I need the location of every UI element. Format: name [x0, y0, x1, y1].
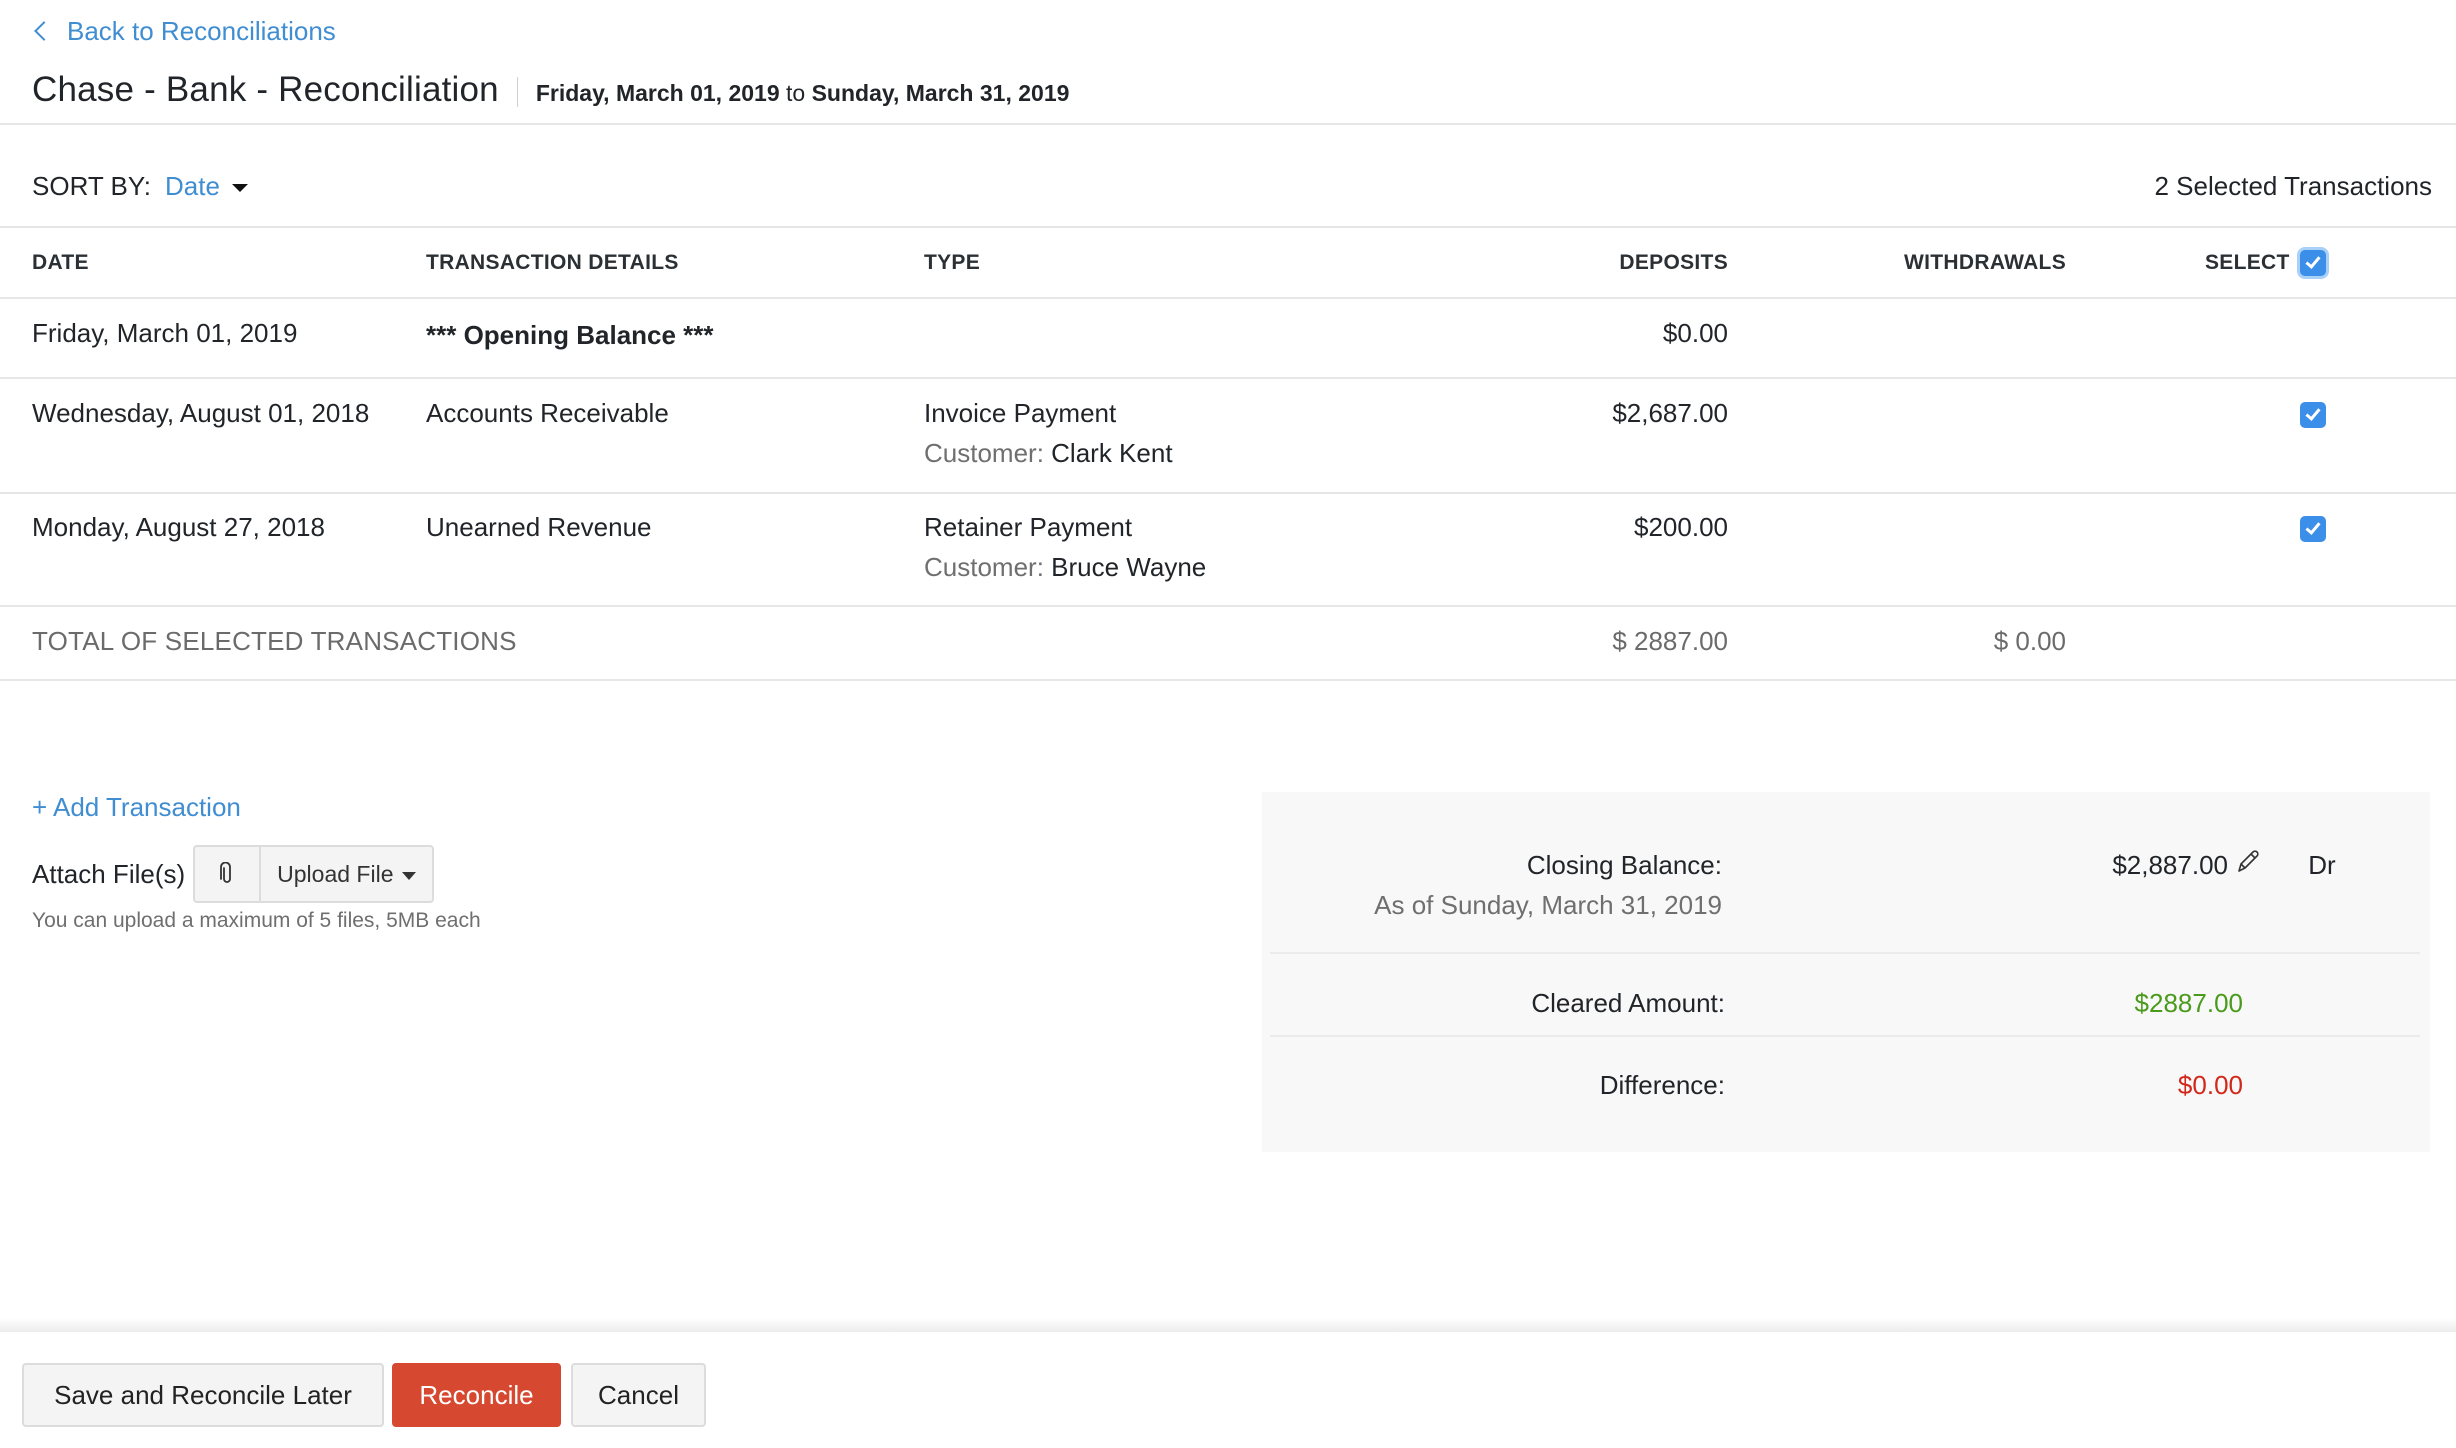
sort-divider: [0, 226, 2456, 228]
save-and-reconcile-later-button[interactable]: Save and Reconcile Later: [22, 1363, 384, 1427]
paperclip-icon: [220, 862, 232, 883]
column-header-details: TRANSACTION DETAILS: [426, 251, 679, 274]
column-header-select: SELECT: [2205, 248, 2326, 278]
row-deposit: $0.00: [1662, 318, 1728, 348]
caret-down-icon: [231, 184, 248, 192]
difference-label: Difference:: [1599, 1070, 1725, 1100]
reconcile-button[interactable]: Reconcile: [392, 1363, 561, 1427]
row-details: *** Opening Balance ***: [426, 320, 714, 350]
row-type: Invoice Payment: [924, 398, 1117, 428]
attach-clip-button[interactable]: [195, 847, 262, 901]
row-customer: Customer: Clark Kent: [924, 438, 1173, 469]
closing-balance-value: $2,887.00: [2112, 850, 2228, 880]
row-select-checkbox[interactable]: [2300, 402, 2326, 428]
add-transaction-link[interactable]: + Add Transaction: [32, 792, 241, 823]
row-date: Friday, March 01, 2019: [32, 318, 298, 348]
attach-files-row: Attach File(s) Upload File: [32, 845, 434, 903]
selected-transactions-count: 2 Selected Transactions: [2154, 171, 2433, 201]
cleared-amount-value: $2887.00: [2134, 988, 2243, 1018]
upload-help-text: You can upload a maximum of 5 files, 5MB…: [32, 909, 481, 932]
date-to-word: to: [786, 79, 806, 106]
date-from: Friday, March 01, 2019: [535, 79, 780, 106]
closing-balance-type: Dr: [2308, 850, 2336, 880]
row-details: Unearned Revenue: [426, 512, 652, 542]
upload-button-group: Upload File: [193, 845, 434, 903]
row-details: Accounts Receivable: [426, 398, 669, 428]
column-header-date: DATE: [32, 251, 89, 274]
row-divider: [0, 492, 2456, 494]
row-divider: [0, 377, 2456, 379]
row-divider: [0, 605, 2456, 607]
row-date: Monday, August 27, 2018: [32, 512, 325, 542]
difference-value: $0.00: [2177, 1070, 2243, 1100]
select-all-checkbox[interactable]: [2299, 250, 2326, 276]
column-header-deposits: DEPOSITS: [1619, 251, 1728, 274]
column-header-type: TYPE: [924, 251, 981, 274]
summary-divider: [1270, 1035, 2420, 1037]
back-link-label: Back to Reconciliations: [67, 15, 336, 46]
upload-file-label: Upload File: [277, 860, 394, 887]
sort-by-value: Date: [164, 170, 220, 201]
total-withdrawals: $ 0.00: [1993, 626, 2066, 656]
attach-files-label: Attach File(s): [32, 858, 186, 889]
customer-name: Bruce Wayne: [1051, 552, 1207, 582]
row-date: Wednesday, August 01, 2018: [32, 398, 370, 428]
row-customer: Customer: Bruce Wayne: [924, 552, 1206, 583]
total-label: TOTAL OF SELECTED TRANSACTIONS: [32, 626, 517, 656]
checkmark-icon: [2305, 519, 2321, 535]
row-deposit-link[interactable]: $2,687.00: [1428, 398, 1728, 429]
checkmark-icon: [2305, 405, 2321, 421]
row-deposit-link[interactable]: $200.00: [1428, 512, 1728, 543]
title-divider: [516, 77, 518, 107]
cancel-button[interactable]: Cancel: [571, 1363, 706, 1427]
title-row: Chase - Bank - Reconciliation Friday, Ma…: [32, 68, 1069, 112]
select-label: SELECT: [2205, 251, 2290, 274]
date-range: Friday, March 01, 2019 to Sunday, March …: [536, 80, 1070, 107]
total-divider: [0, 679, 2456, 681]
column-header-withdrawals: WITHDRAWALS: [1904, 251, 2066, 274]
customer-label: Customer:: [924, 438, 1044, 468]
date-to: Sunday, March 31, 2019: [811, 79, 1070, 106]
pencil-edit-icon[interactable]: [2234, 848, 2262, 876]
reconciliation-summary: Closing Balance: As of Sunday, March 31,…: [1262, 792, 2430, 1152]
closing-balance-label: Closing Balance:: [1526, 850, 1722, 880]
summary-divider: [1270, 952, 2420, 954]
customer-name: Clark Kent: [1051, 438, 1173, 468]
header-divider: [0, 123, 2456, 125]
sort-by-label: SORT BY:: [32, 170, 151, 201]
table-header-divider: [0, 297, 2456, 299]
back-to-reconciliations-link[interactable]: Back to Reconciliations: [33, 14, 336, 48]
upload-file-dropdown[interactable]: Upload File: [261, 847, 431, 901]
closing-balance-value-group: $2,887.00: [1922, 848, 2262, 881]
footer-divider: [0, 1318, 2456, 1332]
total-deposits: $ 2887.00: [1612, 626, 1728, 656]
customer-label: Customer:: [924, 552, 1044, 582]
page-title: Chase - Bank - Reconciliation: [32, 70, 499, 109]
cleared-amount-label: Cleared Amount:: [1531, 988, 1725, 1018]
row-type: Retainer Payment: [924, 512, 1133, 542]
row-select-checkbox[interactable]: [2300, 516, 2326, 542]
closing-balance-date: As of Sunday, March 31, 2019: [1374, 890, 1722, 920]
chevron-left-icon: [34, 21, 54, 41]
sort-bar: SORT BY: Date: [32, 166, 248, 206]
checkmark-icon: [2305, 253, 2321, 269]
sort-by-dropdown[interactable]: Date: [165, 171, 248, 202]
caret-down-icon: [401, 871, 416, 880]
